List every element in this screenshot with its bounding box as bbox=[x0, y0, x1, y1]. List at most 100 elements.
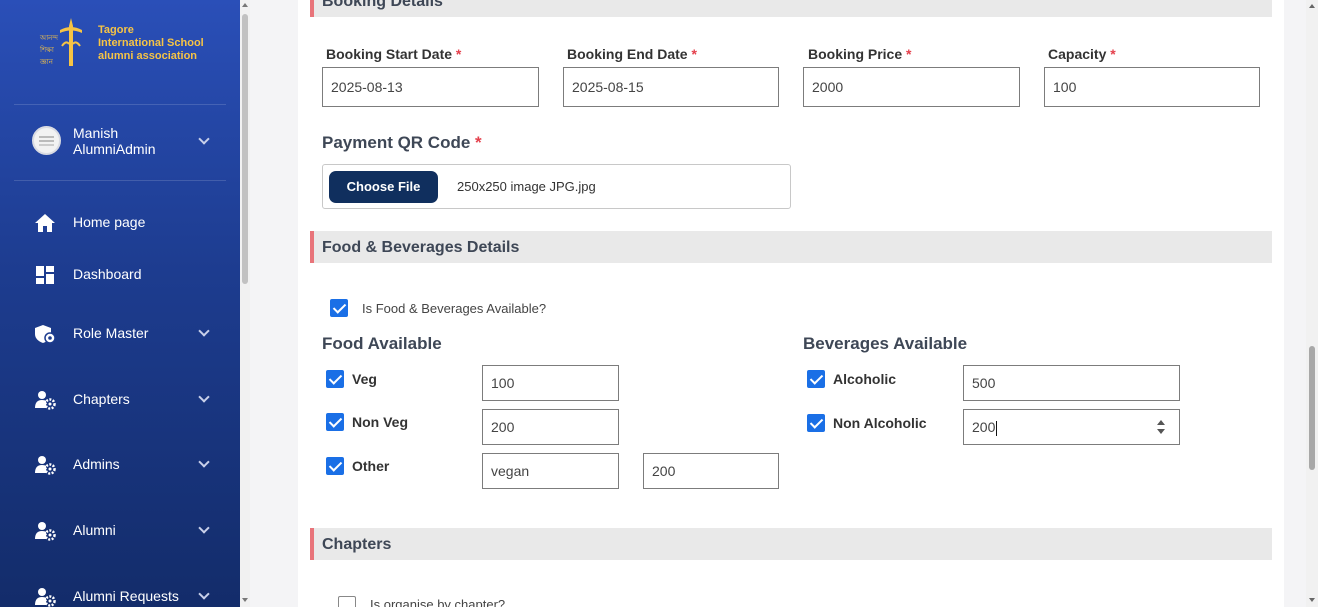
user-role-name: AlumniAdmin bbox=[73, 141, 156, 157]
veg-quantity-input[interactable]: 100 bbox=[482, 365, 619, 401]
veg-checkbox[interactable] bbox=[326, 370, 344, 388]
other-food-name-input[interactable]: vegan bbox=[482, 453, 619, 489]
sidebar-scrollbar[interactable] bbox=[240, 0, 250, 607]
sidebar-divider bbox=[14, 104, 226, 105]
user-gear-icon bbox=[35, 391, 56, 410]
non-alcoholic-quantity-input[interactable]: 200 bbox=[963, 409, 1180, 445]
capacity-input[interactable]: 100 bbox=[1044, 67, 1260, 107]
sidebar-item-label: Alumni bbox=[73, 522, 116, 538]
alcoholic-checkbox[interactable] bbox=[807, 370, 825, 388]
non-alcoholic-checkbox[interactable] bbox=[807, 414, 825, 432]
chevron-down-icon[interactable] bbox=[198, 522, 210, 534]
page-scroll-thumb[interactable] bbox=[1309, 346, 1315, 470]
school-logo[interactable]: আনন্দ শিক্ষা জ্ঞান Tagore International … bbox=[38, 14, 218, 74]
avatar bbox=[32, 126, 61, 155]
section-title: Booking Details bbox=[322, 0, 443, 10]
label-text: Booking Price bbox=[808, 46, 903, 62]
label-text: Capacity bbox=[1048, 46, 1107, 62]
other-food-label: Other bbox=[352, 458, 390, 474]
sidebar-item-alumni[interactable]: Alumni bbox=[34, 518, 220, 544]
brand-line-2: International School bbox=[98, 37, 204, 49]
chapters-header: Chapters bbox=[310, 528, 1272, 560]
dashboard-icon bbox=[36, 266, 54, 284]
required-mark: * bbox=[455, 46, 462, 62]
sidebar-item-label: Chapters bbox=[73, 391, 130, 407]
non-veg-checkbox[interactable] bbox=[326, 413, 344, 431]
sidebar-item-label: Home page bbox=[73, 214, 146, 230]
booking-start-label: Booking Start Date * bbox=[326, 46, 461, 62]
home-icon bbox=[35, 214, 55, 232]
booking-details-header: Booking Details bbox=[310, 0, 1272, 17]
choose-file-button[interactable]: Choose File bbox=[329, 171, 438, 203]
user-gear-icon bbox=[35, 456, 56, 475]
payment-qr-file-input[interactable]: Choose File 250x250 image JPG.jpg bbox=[322, 164, 791, 209]
veg-label: Veg bbox=[352, 371, 377, 387]
user-name: Manish AlumniAdmin bbox=[73, 125, 155, 157]
sidebar-item-dashboard[interactable]: Dashboard bbox=[34, 262, 220, 288]
booking-end-label: Booking End Date * bbox=[567, 46, 697, 62]
number-spinner-icon[interactable] bbox=[1156, 419, 1166, 435]
sidebar-item-home[interactable]: Home page bbox=[34, 210, 220, 236]
chevron-down-icon[interactable] bbox=[198, 588, 210, 600]
sidebar-item-label: Role Master bbox=[73, 325, 149, 341]
beverages-available-title: Beverages Available bbox=[803, 334, 968, 353]
required-mark: * bbox=[691, 46, 697, 62]
svg-text:জ্ঞান: জ্ঞান bbox=[39, 58, 54, 66]
organise-by-chapter-checkbox[interactable] bbox=[338, 596, 356, 607]
chevron-down-icon[interactable] bbox=[198, 456, 210, 468]
food-available-title: Food Available bbox=[322, 334, 442, 353]
non-alcoholic-label: Non Alcoholic bbox=[833, 415, 927, 431]
user-gear-icon bbox=[35, 588, 56, 607]
label-text: Booking End Date bbox=[567, 46, 688, 62]
chevron-down-icon[interactable] bbox=[198, 133, 210, 145]
text-caret bbox=[996, 420, 998, 436]
sidebar-item-label: Admins bbox=[73, 456, 120, 472]
user-menu[interactable]: Manish AlumniAdmin bbox=[32, 124, 222, 164]
sidebar-item-admins[interactable]: Admins bbox=[34, 452, 220, 478]
non-veg-quantity-input[interactable]: 200 bbox=[482, 409, 619, 445]
chevron-down-icon[interactable] bbox=[198, 391, 210, 403]
alcoholic-quantity-input[interactable]: 500 bbox=[963, 365, 1180, 401]
logo-text: Tagore International School alumni assoc… bbox=[98, 24, 204, 63]
other-food-quantity-input[interactable]: 200 bbox=[643, 453, 779, 489]
logo-mark-icon: আনন্দ শিক্ষা জ্ঞান bbox=[39, 18, 82, 66]
svg-text:শিক্ষা: শিক্ষা bbox=[39, 46, 55, 54]
page-scrollbar[interactable] bbox=[1306, 0, 1318, 607]
other-food-checkbox[interactable] bbox=[326, 457, 344, 475]
scroll-down-arrow-icon[interactable] bbox=[242, 598, 248, 602]
sidebar-item-label: Dashboard bbox=[73, 266, 142, 282]
label-text: Booking Start Date bbox=[326, 46, 453, 62]
sidebar-divider bbox=[14, 180, 226, 181]
selected-file-name: 250x250 image JPG.jpg bbox=[457, 179, 596, 194]
booking-price-input[interactable]: 2000 bbox=[803, 67, 1020, 107]
role-shield-icon bbox=[35, 325, 56, 344]
label-text: Payment QR Code bbox=[322, 133, 471, 152]
sidebar-item-role-master[interactable]: Role Master bbox=[34, 321, 220, 347]
section-title: Food & Beverages Details bbox=[322, 239, 520, 256]
food-beverages-header: Food & Beverages Details bbox=[310, 231, 1272, 263]
food-beverages-available-label: Is Food & Beverages Available? bbox=[362, 301, 547, 316]
chevron-down-icon[interactable] bbox=[198, 325, 210, 337]
booking-price-label: Booking Price * bbox=[808, 46, 911, 62]
sidebar-item-alumni-requests[interactable]: Alumni Requests bbox=[34, 584, 220, 607]
food-beverages-available-checkbox[interactable] bbox=[330, 299, 348, 317]
scroll-down-arrow-icon[interactable] bbox=[1309, 598, 1315, 602]
sidebar-item-chapters[interactable]: Chapters bbox=[34, 387, 220, 413]
sidebar: আনন্দ শিক্ষা জ্ঞান Tagore International … bbox=[0, 0, 240, 607]
required-mark: * bbox=[1110, 46, 1116, 62]
booking-start-date-input[interactable]: 2025-08-13 bbox=[322, 67, 539, 107]
booking-end-date-input[interactable]: 2025-08-15 bbox=[563, 67, 779, 107]
non-veg-label: Non Veg bbox=[352, 414, 409, 430]
payment-qr-label: Payment QR Code * bbox=[322, 133, 482, 153]
scroll-up-arrow-icon[interactable] bbox=[242, 3, 248, 7]
sidebar-scroll-thumb[interactable] bbox=[242, 14, 248, 284]
organise-by-chapter-label: Is organise by chapter? bbox=[370, 597, 506, 607]
brand-line-1: Tagore bbox=[98, 24, 134, 36]
brand-line-3: alumni association bbox=[98, 50, 198, 62]
alcoholic-label: Alcoholic bbox=[833, 371, 897, 387]
input-value: 200 bbox=[972, 419, 996, 435]
sidebar-item-label: Alumni Requests bbox=[73, 588, 179, 604]
scroll-up-arrow-icon[interactable] bbox=[1309, 4, 1315, 8]
user-first-name: Manish bbox=[73, 125, 119, 141]
required-mark: * bbox=[475, 133, 482, 152]
